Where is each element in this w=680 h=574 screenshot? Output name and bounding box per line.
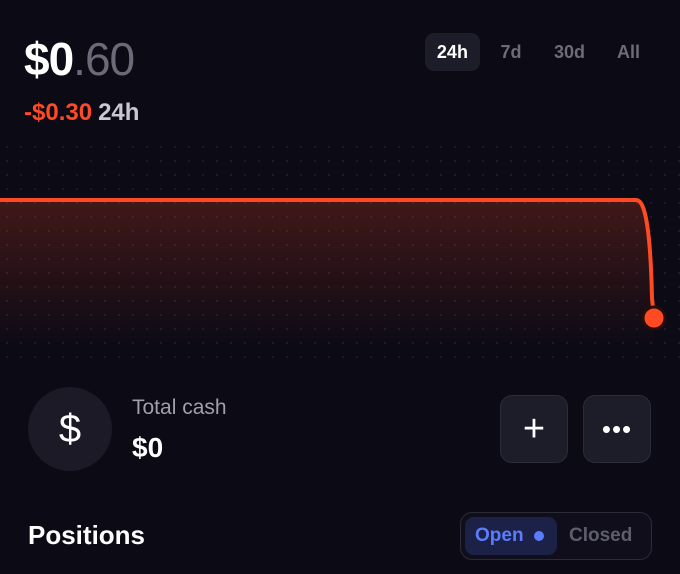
range-tab-7d[interactable]: 7d	[488, 33, 534, 71]
range-tab-24h[interactable]: 24h	[424, 33, 480, 71]
time-range-tabs: 24h 7d 30d All	[424, 33, 652, 71]
positions-closed-tab[interactable]: Closed	[557, 517, 642, 555]
positions-toggle: Open Closed	[460, 512, 652, 560]
total-cash-value: $0	[132, 432, 164, 463]
balance-chart	[0, 198, 667, 350]
active-dot-icon	[533, 531, 544, 541]
range-tab-all[interactable]: All	[605, 33, 652, 71]
range-tab-30d[interactable]: 30d	[542, 33, 597, 71]
chart-end-marker	[641, 305, 667, 331]
dollar-icon: $	[28, 387, 112, 471]
plus-icon: +	[522, 407, 546, 450]
positions-open-tab[interactable]: Open	[465, 517, 557, 555]
more-icon: •••	[601, 413, 633, 444]
total-cash-label: Total cash	[132, 396, 227, 419]
more-options-button[interactable]: •••	[583, 395, 651, 463]
chart-area-fill	[0, 200, 654, 350]
change-amount: -$0.30	[24, 99, 93, 126]
positions-title: Positions	[28, 520, 146, 550]
change-period: 24h	[98, 99, 140, 126]
add-funds-button[interactable]: +	[500, 395, 568, 463]
open-label: Open	[475, 525, 524, 546]
balance-whole: $0	[24, 33, 74, 85]
closed-label: Closed	[569, 525, 633, 546]
portfolio-balance: $0.60	[24, 33, 135, 85]
balance-change: -$0.30 24h	[24, 101, 139, 125]
balance-fraction: .60	[73, 33, 135, 85]
portfolio-screen: $0.60 -$0.30 24h 24h 7d 30d All $ Total c…	[0, 0, 680, 574]
